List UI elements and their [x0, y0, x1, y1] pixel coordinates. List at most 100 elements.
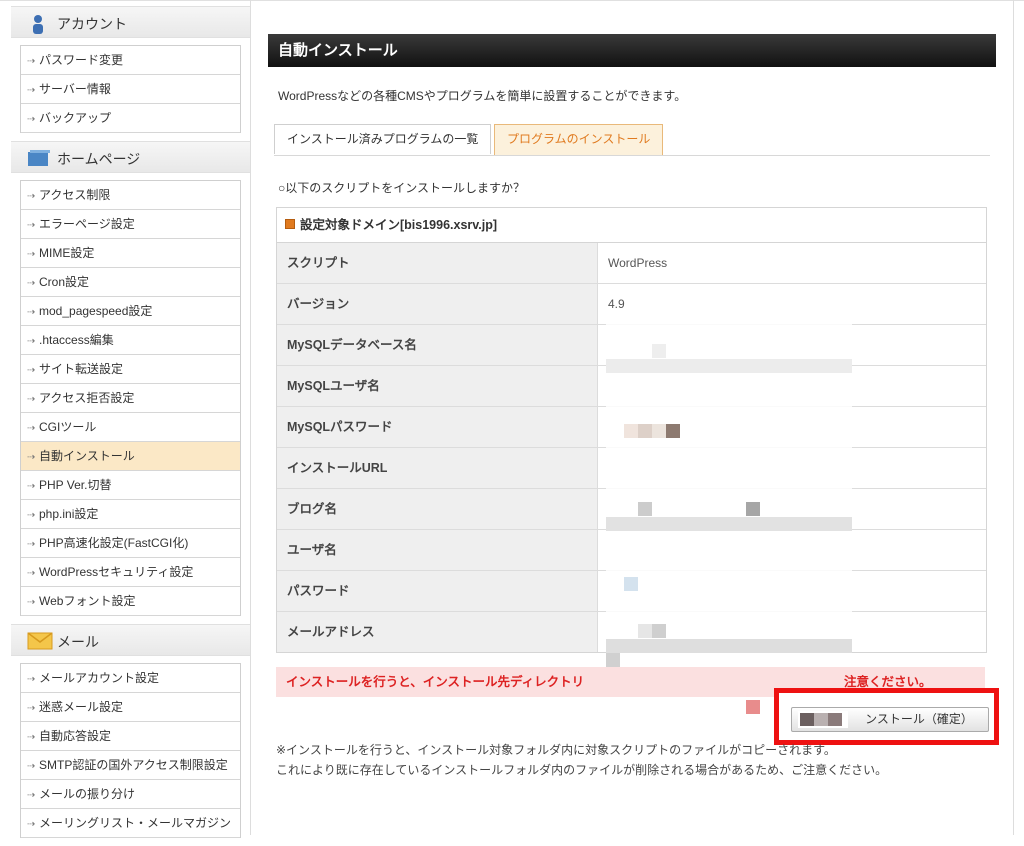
table-row: スクリプト WordPress — [277, 243, 986, 284]
sidebar-item-label: メールの振り分け — [39, 787, 136, 801]
sidebar-item[interactable]: ⇢ アクセス拒否設定 — [21, 384, 240, 413]
sidebar-item-label: PHP Ver.切替 — [39, 478, 112, 492]
sidebar-item[interactable]: ⇢ 迷惑メール設定 — [21, 693, 240, 722]
sidebar-item-label: アクセス制限 — [39, 188, 111, 202]
row-label: MySQLデータベース名 — [277, 325, 598, 365]
sidebar-item[interactable]: ⇢ WordPressセキュリティ設定 — [21, 558, 240, 587]
sidebar-item[interactable]: ⇢ PHP Ver.切替 — [21, 471, 240, 500]
sidebar-item-label: メールアカウント設定 — [39, 671, 160, 685]
confirm-question: ○以下のスクリプトをインストールしますか？ — [278, 181, 526, 195]
sidebar-item-label: パスワード変更 — [39, 53, 124, 67]
arrow-icon: ⇢ — [27, 56, 36, 67]
sidebar-item[interactable]: ⇢ アクセス制限 — [21, 181, 240, 210]
tab-install-program[interactable]: プログラムのインストール — [494, 124, 664, 155]
redacted-mask — [798, 711, 848, 728]
arrow-icon: ⇢ — [27, 539, 36, 550]
sidebar-item[interactable]: ⇢ 自動インストール — [21, 442, 240, 471]
arrow-icon: ⇢ — [27, 249, 36, 260]
arrow-icon: ⇢ — [27, 191, 36, 202]
sidebar-item-label: サイト転送設定 — [39, 362, 124, 376]
sidebar-item[interactable]: ⇢ エラーページ設定 — [21, 210, 240, 239]
sidebar-item[interactable]: ⇢ バックアップ — [21, 104, 240, 133]
arrow-icon: ⇢ — [27, 790, 36, 801]
top-border — [0, 0, 1024, 1]
sidebar-item[interactable]: ⇢ メールの振り分け — [21, 780, 240, 809]
sidebar-item-label: WordPressセキュリティ設定 — [39, 565, 194, 579]
main-content: 自動インストール WordPressなどの各種CMSやプログラムを簡単に設置する… — [268, 34, 999, 777]
sidebar-item-label: .htaccess編集 — [39, 333, 114, 347]
install-confirm-button[interactable]: ンストール（確定） — [791, 707, 989, 732]
sidebar-item[interactable]: ⇢ サイト転送設定 — [21, 355, 240, 384]
row-label: パスワード — [277, 571, 598, 611]
sidebar-item[interactable]: ⇢ メーリングリスト・メールマガジン — [21, 809, 240, 838]
row-label: ブログ名 — [277, 489, 598, 529]
sidebar-item[interactable]: ⇢ Cron設定 — [21, 268, 240, 297]
sidebar-item-label: PHP高速化設定(FastCGI化) — [39, 536, 189, 550]
sidebar-section-header: ホームページ — [11, 141, 250, 173]
warning-text: インストールを行うと、インストール先ディレクトリ — [286, 675, 585, 689]
homepage-icon — [27, 149, 50, 167]
sidebar-item[interactable]: ⇢ mod_pagespeed設定 — [21, 297, 240, 326]
arrow-icon: ⇢ — [27, 761, 36, 772]
arrow-icon: ⇢ — [27, 452, 36, 463]
sidebar-item-label: 自動インストール — [39, 449, 135, 463]
arrow-icon: ⇢ — [27, 85, 36, 96]
sidebar-item-label: バックアップ — [39, 111, 112, 125]
row-label: MySQLパスワード — [277, 407, 598, 447]
sidebar-item-label: メーリングリスト・メールマガジン — [39, 816, 232, 830]
arrow-icon: ⇢ — [27, 819, 36, 830]
sidebar-item[interactable]: ⇢ メールアカウント設定 — [21, 664, 240, 693]
tab-installed-programs[interactable]: インストール済みプログラムの一覧 — [274, 124, 492, 154]
sidebar-menu: ⇢ パスワード変更 ⇢ サーバー情報 ⇢ バックアップ — [20, 45, 241, 133]
person-icon — [27, 14, 49, 34]
sidebar: アカウント ⇢ パスワード変更 ⇢ サーバー情報 ⇢ バックアップ ホームページ ⇢ アクセス制限… — [10, 6, 250, 846]
sidebar-item-label: Cron設定 — [39, 275, 90, 289]
arrow-icon: ⇢ — [27, 307, 36, 318]
sidebar-item[interactable]: ⇢ PHP高速化設定(FastCGI化) — [21, 529, 240, 558]
note-line-1: ※インストールを行うと、インストール対象フォルダ内に対象スクリプトのファイルがコ… — [276, 743, 836, 757]
sidebar-item[interactable]: ⇢ SMTP認証の国外アクセス制限設定 — [21, 751, 240, 780]
row-label: メールアドレス — [277, 612, 598, 652]
arrow-icon: ⇢ — [27, 336, 36, 347]
tab-bar: インストール済みプログラムの一覧 プログラムのインストール — [274, 124, 990, 156]
sidebar-section-header: アカウント — [11, 6, 250, 38]
arrow-icon: ⇢ — [27, 365, 36, 376]
sidebar-item-label: アクセス拒否設定 — [39, 391, 135, 405]
arrow-icon: ⇢ — [27, 510, 36, 521]
arrow-icon: ⇢ — [27, 481, 36, 492]
sidebar-item-label: SMTP認証の国外アクセス制限設定 — [39, 758, 228, 772]
sidebar-item[interactable]: ⇢ サーバー情報 — [21, 75, 240, 104]
sidebar-item-label: MIME設定 — [39, 246, 95, 260]
row-value: WordPress — [608, 256, 668, 270]
sidebar-item[interactable]: ⇢ CGIツール — [21, 413, 240, 442]
orange-square-icon — [285, 219, 295, 229]
arrow-icon: ⇢ — [27, 674, 36, 685]
highlight-box: ンストール（確定） — [774, 688, 999, 745]
sidebar-item[interactable]: ⇢ Webフォント設定 — [21, 587, 240, 616]
sidebar-item[interactable]: ⇢ .htaccess編集 — [21, 326, 240, 355]
sidebar-divider — [250, 0, 251, 835]
sidebar-item-label: php.ini設定 — [39, 507, 99, 521]
install-note: ※インストールを行うと、インストール対象フォルダ内に対象スクリプトのファイルがコ… — [276, 740, 887, 780]
sidebar-item-label: Webフォント設定 — [39, 594, 136, 608]
note-line-2: これにより既に存在しているインストールフォルダ内のファイルが削除される場合がある… — [276, 763, 888, 777]
arrow-icon: ⇢ — [27, 703, 36, 714]
sidebar-section-title: アカウント — [57, 16, 127, 32]
arrow-icon: ⇢ — [27, 597, 36, 608]
sidebar-item[interactable]: ⇢ MIME設定 — [21, 239, 240, 268]
sidebar-menu: ⇢ メールアカウント設定 ⇢ 迷惑メール設定 ⇢ 自動応答設定 ⇢ SMTP認証の国外アクセス… — [20, 663, 241, 838]
domain-title: 設定対象ドメイン[bis1996.xsrv.jp] — [300, 218, 498, 232]
sidebar-item-label: CGIツール — [39, 420, 97, 434]
sidebar-section-title: メール — [57, 634, 99, 650]
sidebar-section-title: ホームページ — [57, 151, 141, 167]
arrow-icon: ⇢ — [27, 278, 36, 289]
sidebar-item[interactable]: ⇢ php.ini設定 — [21, 500, 240, 529]
row-label: インストールURL — [277, 448, 598, 488]
page-description: WordPressなどの各種CMSやプログラムを簡単に設置することができます。 — [278, 89, 687, 103]
row-label: ユーザ名 — [277, 530, 598, 570]
arrow-icon: ⇢ — [27, 114, 36, 125]
arrow-icon: ⇢ — [27, 220, 36, 231]
sidebar-item[interactable]: ⇢ パスワード変更 — [21, 46, 240, 75]
sidebar-item[interactable]: ⇢ 自動応答設定 — [21, 722, 240, 751]
row-label: スクリプト — [277, 243, 598, 283]
